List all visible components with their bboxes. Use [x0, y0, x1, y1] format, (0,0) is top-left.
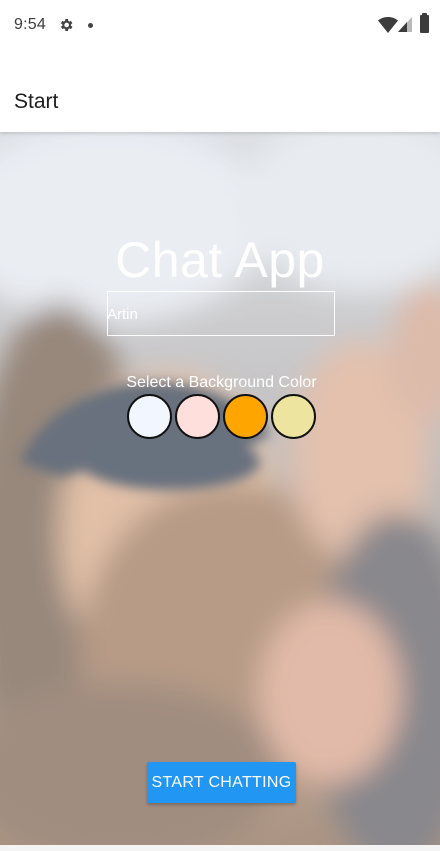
gear-icon	[60, 19, 73, 31]
status-time: 9:54	[14, 16, 46, 33]
color-option-4[interactable]	[271, 394, 316, 439]
color-option-2[interactable]	[175, 394, 220, 439]
wifi-icon	[378, 17, 398, 33]
app-title: Chat App	[115, 232, 325, 288]
name-input[interactable]	[107, 291, 335, 336]
start-chatting-button[interactable]: START CHATTING	[147, 762, 296, 803]
status-bar: 9:54	[0, 0, 440, 52]
app-bar: Start	[0, 52, 440, 132]
battery-icon	[420, 13, 429, 33]
color-select-label: Select a Background Color	[126, 374, 317, 391]
signal-icon	[398, 17, 412, 32]
notification-dot-icon	[88, 23, 93, 28]
color-option-1[interactable]	[127, 394, 172, 439]
name-input-value: Artin	[107, 306, 138, 323]
color-option-3[interactable]	[223, 394, 268, 439]
bottom-edge	[0, 845, 440, 851]
screen: 9:54 Start Chat App Artin Select a Backg…	[0, 0, 440, 851]
page-title: Start	[14, 90, 59, 113]
